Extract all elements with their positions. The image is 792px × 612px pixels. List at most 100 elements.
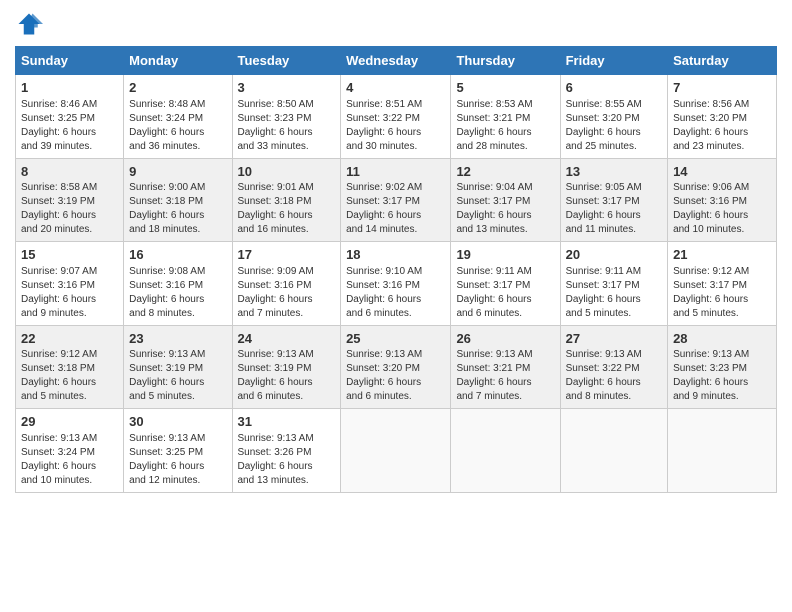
- day-number: 31: [238, 413, 336, 431]
- day-info: Sunrise: 9:13 AMSunset: 3:26 PMDaylight:…: [238, 432, 336, 488]
- day-info: Sunrise: 9:02 AMSunset: 3:17 PMDaylight:…: [346, 181, 445, 237]
- day-number: 29: [21, 413, 118, 431]
- column-header-monday: Monday: [124, 47, 232, 75]
- day-number: 20: [566, 246, 662, 264]
- calendar-cell: 4Sunrise: 8:51 AMSunset: 3:22 PMDaylight…: [341, 75, 451, 159]
- day-info: Sunrise: 9:12 AMSunset: 3:17 PMDaylight:…: [673, 265, 771, 321]
- calendar-cell: 6Sunrise: 8:55 AMSunset: 3:20 PMDaylight…: [560, 75, 667, 159]
- column-header-sunday: Sunday: [16, 47, 124, 75]
- calendar-cell: 18Sunrise: 9:10 AMSunset: 3:16 PMDayligh…: [341, 242, 451, 326]
- day-info: Sunrise: 8:48 AMSunset: 3:24 PMDaylight:…: [129, 98, 226, 154]
- calendar-cell: 26Sunrise: 9:13 AMSunset: 3:21 PMDayligh…: [451, 325, 560, 409]
- day-info: Sunrise: 9:11 AMSunset: 3:17 PMDaylight:…: [566, 265, 662, 321]
- calendar-cell: [341, 409, 451, 493]
- calendar-cell: [668, 409, 777, 493]
- day-info: Sunrise: 9:13 AMSunset: 3:24 PMDaylight:…: [21, 432, 118, 488]
- day-info: Sunrise: 8:55 AMSunset: 3:20 PMDaylight:…: [566, 98, 662, 154]
- day-info: Sunrise: 9:00 AMSunset: 3:18 PMDaylight:…: [129, 181, 226, 237]
- calendar-cell: 9Sunrise: 9:00 AMSunset: 3:18 PMDaylight…: [124, 158, 232, 242]
- calendar-cell: 3Sunrise: 8:50 AMSunset: 3:23 PMDaylight…: [232, 75, 341, 159]
- calendar-cell: [560, 409, 667, 493]
- day-info: Sunrise: 9:13 AMSunset: 3:19 PMDaylight:…: [129, 348, 226, 404]
- day-info: Sunrise: 9:12 AMSunset: 3:18 PMDaylight:…: [21, 348, 118, 404]
- calendar-cell: 20Sunrise: 9:11 AMSunset: 3:17 PMDayligh…: [560, 242, 667, 326]
- calendar-cell: 5Sunrise: 8:53 AMSunset: 3:21 PMDaylight…: [451, 75, 560, 159]
- calendar-week-5: 29Sunrise: 9:13 AMSunset: 3:24 PMDayligh…: [16, 409, 777, 493]
- calendar-cell: 30Sunrise: 9:13 AMSunset: 3:25 PMDayligh…: [124, 409, 232, 493]
- day-number: 19: [456, 246, 554, 264]
- calendar-cell: 2Sunrise: 8:48 AMSunset: 3:24 PMDaylight…: [124, 75, 232, 159]
- column-header-tuesday: Tuesday: [232, 47, 341, 75]
- day-info: Sunrise: 9:08 AMSunset: 3:16 PMDaylight:…: [129, 265, 226, 321]
- day-info: Sunrise: 9:13 AMSunset: 3:21 PMDaylight:…: [456, 348, 554, 404]
- day-number: 9: [129, 163, 226, 181]
- day-number: 14: [673, 163, 771, 181]
- calendar-cell: 7Sunrise: 8:56 AMSunset: 3:20 PMDaylight…: [668, 75, 777, 159]
- calendar-cell: 15Sunrise: 9:07 AMSunset: 3:16 PMDayligh…: [16, 242, 124, 326]
- calendar-cell: 28Sunrise: 9:13 AMSunset: 3:23 PMDayligh…: [668, 325, 777, 409]
- day-number: 27: [566, 330, 662, 348]
- day-info: Sunrise: 9:13 AMSunset: 3:22 PMDaylight:…: [566, 348, 662, 404]
- day-number: 12: [456, 163, 554, 181]
- calendar-cell: 11Sunrise: 9:02 AMSunset: 3:17 PMDayligh…: [341, 158, 451, 242]
- day-info: Sunrise: 9:05 AMSunset: 3:17 PMDaylight:…: [566, 181, 662, 237]
- calendar-cell: 13Sunrise: 9:05 AMSunset: 3:17 PMDayligh…: [560, 158, 667, 242]
- column-header-wednesday: Wednesday: [341, 47, 451, 75]
- calendar-cell: 27Sunrise: 9:13 AMSunset: 3:22 PMDayligh…: [560, 325, 667, 409]
- calendar-cell: 16Sunrise: 9:08 AMSunset: 3:16 PMDayligh…: [124, 242, 232, 326]
- day-number: 7: [673, 79, 771, 97]
- calendar-cell: 1Sunrise: 8:46 AMSunset: 3:25 PMDaylight…: [16, 75, 124, 159]
- day-number: 28: [673, 330, 771, 348]
- calendar-cell: 19Sunrise: 9:11 AMSunset: 3:17 PMDayligh…: [451, 242, 560, 326]
- day-number: 13: [566, 163, 662, 181]
- day-info: Sunrise: 8:56 AMSunset: 3:20 PMDaylight:…: [673, 98, 771, 154]
- day-number: 6: [566, 79, 662, 97]
- calendar-cell: 24Sunrise: 9:13 AMSunset: 3:19 PMDayligh…: [232, 325, 341, 409]
- day-number: 21: [673, 246, 771, 264]
- calendar-header-row: SundayMondayTuesdayWednesdayThursdayFrid…: [16, 47, 777, 75]
- day-info: Sunrise: 9:13 AMSunset: 3:20 PMDaylight:…: [346, 348, 445, 404]
- calendar-cell: 14Sunrise: 9:06 AMSunset: 3:16 PMDayligh…: [668, 158, 777, 242]
- calendar-cell: 8Sunrise: 8:58 AMSunset: 3:19 PMDaylight…: [16, 158, 124, 242]
- calendar-cell: 29Sunrise: 9:13 AMSunset: 3:24 PMDayligh…: [16, 409, 124, 493]
- calendar-week-1: 1Sunrise: 8:46 AMSunset: 3:25 PMDaylight…: [16, 75, 777, 159]
- calendar-cell: 17Sunrise: 9:09 AMSunset: 3:16 PMDayligh…: [232, 242, 341, 326]
- column-header-friday: Friday: [560, 47, 667, 75]
- calendar-cell: 21Sunrise: 9:12 AMSunset: 3:17 PMDayligh…: [668, 242, 777, 326]
- day-info: Sunrise: 9:06 AMSunset: 3:16 PMDaylight:…: [673, 181, 771, 237]
- day-number: 3: [238, 79, 336, 97]
- day-number: 24: [238, 330, 336, 348]
- column-header-saturday: Saturday: [668, 47, 777, 75]
- day-info: Sunrise: 9:07 AMSunset: 3:16 PMDaylight:…: [21, 265, 118, 321]
- day-info: Sunrise: 9:10 AMSunset: 3:16 PMDaylight:…: [346, 265, 445, 321]
- calendar-table: SundayMondayTuesdayWednesdayThursdayFrid…: [15, 46, 777, 493]
- day-info: Sunrise: 9:01 AMSunset: 3:18 PMDaylight:…: [238, 181, 336, 237]
- calendar-cell: 22Sunrise: 9:12 AMSunset: 3:18 PMDayligh…: [16, 325, 124, 409]
- logo: [15, 10, 47, 38]
- calendar-cell: [451, 409, 560, 493]
- day-info: Sunrise: 9:13 AMSunset: 3:23 PMDaylight:…: [673, 348, 771, 404]
- day-number: 1: [21, 79, 118, 97]
- day-info: Sunrise: 8:50 AMSunset: 3:23 PMDaylight:…: [238, 98, 336, 154]
- calendar-week-3: 15Sunrise: 9:07 AMSunset: 3:16 PMDayligh…: [16, 242, 777, 326]
- day-info: Sunrise: 9:11 AMSunset: 3:17 PMDaylight:…: [456, 265, 554, 321]
- calendar-week-2: 8Sunrise: 8:58 AMSunset: 3:19 PMDaylight…: [16, 158, 777, 242]
- day-number: 17: [238, 246, 336, 264]
- day-number: 23: [129, 330, 226, 348]
- day-number: 22: [21, 330, 118, 348]
- day-info: Sunrise: 9:04 AMSunset: 3:17 PMDaylight:…: [456, 181, 554, 237]
- calendar-cell: 31Sunrise: 9:13 AMSunset: 3:26 PMDayligh…: [232, 409, 341, 493]
- day-info: Sunrise: 9:09 AMSunset: 3:16 PMDaylight:…: [238, 265, 336, 321]
- calendar-week-4: 22Sunrise: 9:12 AMSunset: 3:18 PMDayligh…: [16, 325, 777, 409]
- calendar-cell: 23Sunrise: 9:13 AMSunset: 3:19 PMDayligh…: [124, 325, 232, 409]
- logo-icon: [15, 10, 43, 38]
- day-info: Sunrise: 9:13 AMSunset: 3:19 PMDaylight:…: [238, 348, 336, 404]
- day-info: Sunrise: 8:51 AMSunset: 3:22 PMDaylight:…: [346, 98, 445, 154]
- day-number: 10: [238, 163, 336, 181]
- day-info: Sunrise: 8:46 AMSunset: 3:25 PMDaylight:…: [21, 98, 118, 154]
- day-number: 5: [456, 79, 554, 97]
- column-header-thursday: Thursday: [451, 47, 560, 75]
- page-header: [15, 10, 777, 38]
- main-container: SundayMondayTuesdayWednesdayThursdayFrid…: [0, 0, 792, 503]
- day-number: 26: [456, 330, 554, 348]
